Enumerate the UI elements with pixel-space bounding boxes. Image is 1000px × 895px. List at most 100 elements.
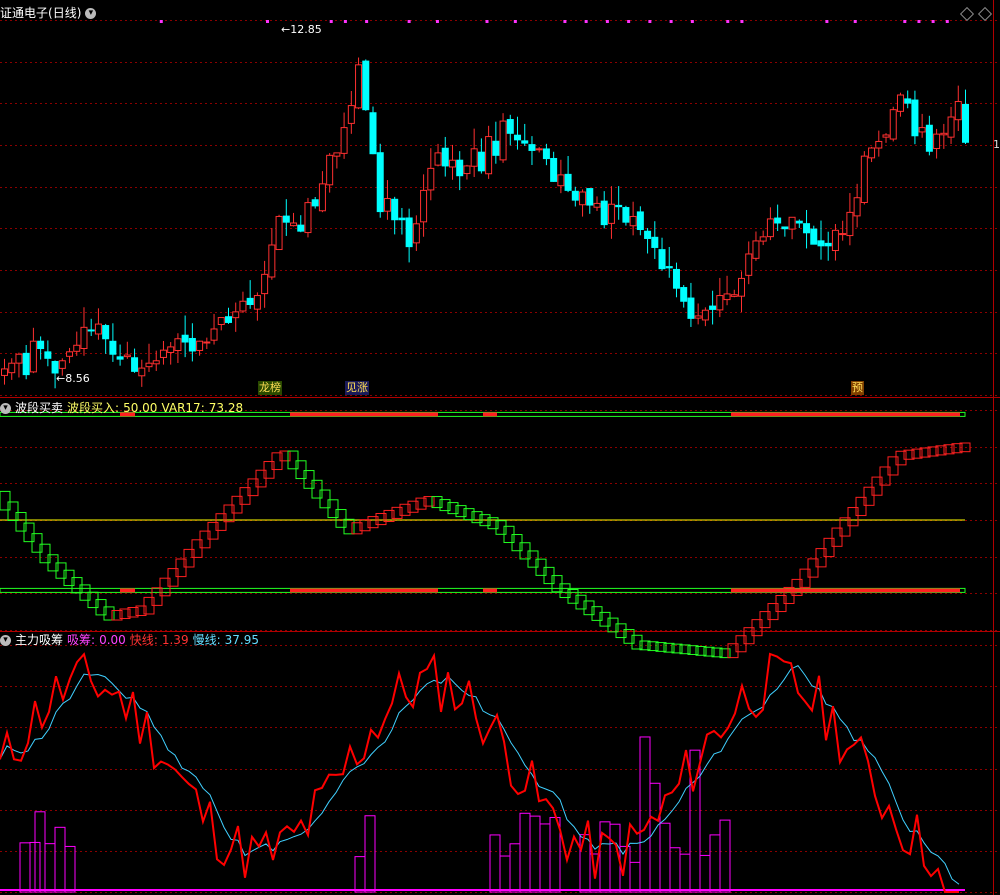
candle-body [477, 151, 485, 172]
high-price-annotation: ←12.85 [281, 23, 322, 36]
signal-dot [343, 20, 347, 23]
candle-body [427, 167, 435, 191]
candle-body [282, 215, 290, 223]
absorb-bar [699, 854, 711, 893]
chevron-down-icon[interactable]: ▾ [85, 8, 97, 19]
right-edge-price-label: 1 [993, 138, 1000, 151]
candle-body [369, 112, 377, 155]
var17-colon: : [200, 401, 205, 415]
slow-colon: : [216, 633, 221, 647]
candle-body [355, 64, 363, 109]
marker-see-rise[interactable]: 见涨 [345, 381, 369, 395]
candle-body [629, 215, 637, 227]
signal-dot [627, 20, 631, 23]
candle-body [911, 99, 919, 137]
absorb-bar [639, 736, 651, 893]
candle-body [297, 224, 305, 232]
low-price-label: 8.56 [65, 372, 90, 385]
candle-body [8, 362, 16, 374]
candle-body [745, 253, 753, 276]
candle-body [196, 340, 204, 351]
period-label[interactable]: (日线) [48, 6, 81, 20]
candle-body [340, 127, 348, 154]
candle-body [318, 183, 326, 212]
absorb-bar [354, 856, 366, 893]
signal-dot [853, 20, 857, 23]
marker-dragon-list[interactable]: 龙榜 [258, 381, 282, 395]
signal-dot [917, 20, 921, 23]
candle-body [839, 233, 847, 236]
signal-dot [584, 20, 588, 23]
wave-series[interactable] [0, 411, 971, 659]
absorb-bar [669, 847, 681, 893]
candle-body [564, 173, 572, 191]
candle-body [752, 240, 760, 259]
candle-body [651, 236, 659, 248]
candle-body [514, 134, 522, 141]
absorb-bar [529, 815, 541, 893]
candle-body [506, 119, 514, 134]
wave-band-red [290, 412, 438, 417]
absorb-bar [539, 823, 551, 893]
candle-body [723, 293, 731, 301]
candle-body [246, 297, 254, 306]
candle-body [290, 222, 298, 227]
candle-body [875, 140, 883, 149]
high-price-label: 12.85 [290, 23, 322, 36]
candle-body [376, 152, 384, 213]
candle-body [716, 295, 724, 311]
candle-body [44, 351, 52, 359]
signal-dot [563, 20, 567, 23]
candle-body [391, 198, 399, 221]
var17-value: 73.28 [208, 401, 244, 415]
candle-body [224, 316, 232, 323]
absorb-label: 吸筹 [67, 633, 92, 647]
candle-body [463, 165, 471, 175]
candle-body [485, 136, 493, 175]
signal-dot [513, 20, 517, 23]
candle-body [940, 132, 948, 136]
absorb-colon: : [91, 633, 96, 647]
candle-body [846, 211, 854, 237]
absorb-bar [64, 845, 76, 893]
candle-body [239, 300, 247, 312]
candle-body [701, 309, 709, 321]
main-chart-header: 证通电子(日线) ▾ [0, 3, 100, 23]
marker-preview[interactable]: 预 [851, 381, 864, 395]
candle-body [232, 311, 240, 319]
candle-body [781, 226, 789, 230]
candle-body [37, 340, 45, 350]
signal-dot [931, 20, 935, 23]
chevron-down-icon[interactable]: ▾ [0, 635, 11, 646]
candle-body [326, 154, 334, 186]
candle-body [102, 325, 110, 340]
candle-body [275, 215, 283, 251]
candle-body [181, 334, 189, 343]
candle-body [159, 349, 167, 358]
absorb-series[interactable] [0, 652, 965, 893]
candle-body [535, 148, 543, 151]
candle-body [145, 362, 153, 368]
candle-body [261, 273, 269, 295]
candle-body [774, 217, 782, 224]
wave-panel-name[interactable]: 波段买卖 [15, 401, 63, 415]
candle-body [853, 197, 861, 217]
absorb-bar [629, 861, 641, 893]
candle-body [918, 127, 926, 133]
signal-dot [605, 20, 609, 23]
candle-body [882, 134, 890, 138]
signal-dot [825, 20, 829, 23]
signal-dot [740, 20, 744, 23]
wave-band-red [483, 412, 497, 417]
signal-dot [407, 20, 411, 23]
candlestick-series[interactable] [1, 57, 969, 389]
candle-body [203, 341, 211, 344]
chevron-down-icon[interactable]: ▾ [0, 403, 11, 414]
absorb-bar [499, 855, 511, 893]
absorb-panel-name[interactable]: 主力吸筹 [15, 633, 63, 647]
stock-title[interactable]: 证通电子 [0, 6, 48, 20]
wave-panel-header: ▾ 波段买卖 波段买入: 50.00 VAR17: 73.28 [0, 398, 247, 418]
candle-body [311, 199, 319, 207]
candle-body [152, 360, 160, 365]
absorb-bar [719, 819, 731, 893]
